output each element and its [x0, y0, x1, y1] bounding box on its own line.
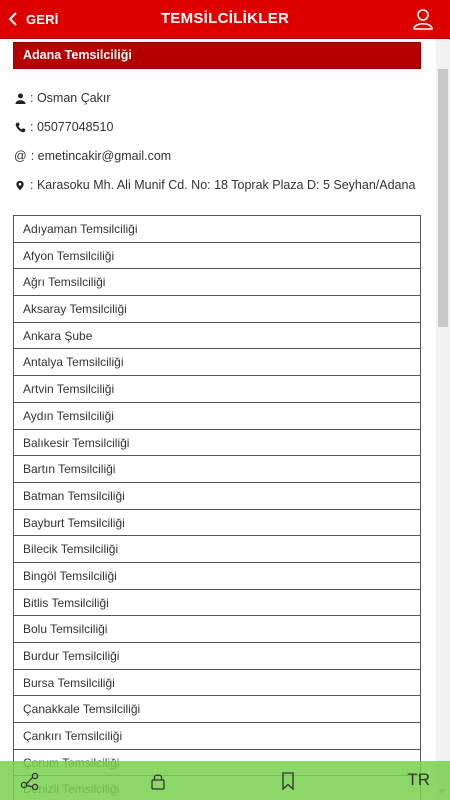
list-item[interactable]: Çanakkale Temsilciliği	[13, 696, 421, 724]
address-row: : Karasoku Mh. Ali Munif Cd. No: 18 Topr…	[14, 178, 415, 192]
list-item[interactable]: Çankırı Temsilciliği	[13, 723, 421, 750]
top-bar: GERİ TEMSİLCİLİKLER	[0, 0, 450, 39]
selected-representative-header[interactable]: Adana Temsilciliği	[13, 42, 421, 69]
list-item[interactable]: Antalya Temsilciliği	[13, 349, 421, 377]
list-item[interactable]: Bingöl Temsilciliği	[13, 562, 421, 590]
list-item[interactable]: Bartın Temsilciliği	[13, 456, 421, 483]
list-item[interactable]: Adıyaman Temsilciliği	[13, 216, 421, 243]
list-item[interactable]: Aksaray Temsilciliği	[13, 296, 421, 323]
list-item[interactable]: Bolu Temsilciliği	[13, 616, 421, 643]
email-row[interactable]: @ : emetincakir@gmail.com	[14, 149, 171, 163]
map-marker-icon	[14, 179, 26, 191]
list-item[interactable]: Artvin Temsilciliği	[13, 376, 421, 403]
contact-name-row: : Osman Çakır	[14, 91, 111, 105]
at-sign-icon: @	[14, 149, 27, 163]
bookmark-icon[interactable]	[278, 771, 298, 791]
content-area: Adana Temsilciliği : Osman Çakır : 05077…	[0, 39, 436, 800]
list-item[interactable]: Bitlis Temsilciliği	[13, 589, 421, 617]
list-item[interactable]: Bursa Temsilciliği	[13, 669, 421, 697]
phone-icon	[14, 121, 26, 133]
share-icon[interactable]	[20, 771, 40, 791]
page-title: TEMSİLCİLİKLER	[160, 10, 290, 27]
list-item[interactable]: Bilecik Temsilciliği	[13, 536, 421, 563]
list-item[interactable]: Ankara Şube	[13, 322, 421, 350]
phone-row[interactable]: : 05077048510	[14, 120, 113, 134]
scrollbar[interactable]	[436, 39, 450, 800]
list-item[interactable]: Balıkesir Temsilciliği	[13, 429, 421, 457]
list-item[interactable]: Batman Temsilciliği	[13, 482, 421, 510]
list-item[interactable]: Ağrı Temsilciliği	[13, 269, 421, 297]
person-icon	[14, 92, 26, 104]
scrollbar-thumb[interactable]	[438, 69, 448, 327]
bottom-bar: TR	[0, 761, 450, 800]
list-item[interactable]: Burdur Temsilciliği	[13, 643, 421, 670]
list-item[interactable]: Aydın Temsilciliği	[13, 402, 421, 430]
address-text: : Karasoku Mh. Ali Munif Cd. No: 18 Topr…	[30, 178, 416, 192]
list-item[interactable]: Afyon Temsilciliği	[13, 242, 421, 270]
email-address: : emetincakir@gmail.com	[30, 149, 172, 163]
contact-name: : Osman Çakır	[30, 91, 111, 105]
user-icon[interactable]	[412, 8, 434, 30]
language-selector[interactable]: TR	[407, 770, 430, 790]
list-item[interactable]: Bayburt Temsilciliği	[13, 509, 421, 537]
representatives-list: Adıyaman Temsilciliği Afyon Temsilciliği A…	[13, 215, 421, 800]
phone-number: : 05077048510	[30, 120, 114, 134]
lock-icon[interactable]	[148, 771, 168, 791]
